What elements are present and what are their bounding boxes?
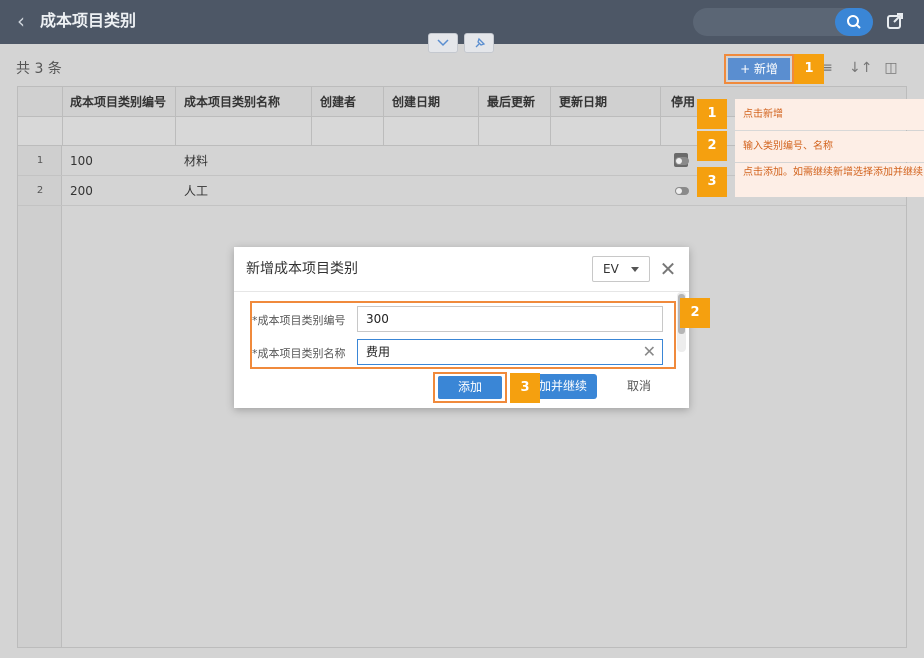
form-highlight bbox=[250, 301, 676, 369]
step-badge: 3 bbox=[697, 167, 727, 197]
search-button[interactable] bbox=[835, 8, 873, 36]
record-count: 共 3 条 bbox=[16, 61, 62, 77]
chevron-down-icon bbox=[437, 39, 449, 47]
step-badge: 2 bbox=[680, 298, 710, 328]
step-tip: 输入类别编号、名称 bbox=[735, 131, 924, 162]
divider bbox=[550, 87, 551, 146]
language-select[interactable]: EV bbox=[592, 256, 650, 282]
step-tip: 点击新增 bbox=[735, 99, 924, 130]
row-number: 2 bbox=[36, 185, 44, 196]
app-header: ‹ 成本项目类别 bbox=[0, 0, 924, 44]
column-header[interactable]: 成本项目类别名称 bbox=[176, 87, 312, 116]
step-badge: 3 bbox=[510, 373, 540, 403]
column-header[interactable]: 最后更新 bbox=[479, 87, 551, 116]
add-dialog: 新增成本项目类别 EV ✕ *成本项目类别编号 300 *成本项目类别名称 费用… bbox=[234, 247, 689, 408]
cell-name: 材料 bbox=[184, 154, 209, 168]
add-button-highlight: 添加 bbox=[433, 372, 507, 403]
divider bbox=[383, 87, 384, 146]
cell-code: 200 bbox=[70, 184, 93, 198]
add-button-highlight: + 新增 bbox=[724, 54, 794, 84]
confirm-add-button[interactable]: 添加 bbox=[438, 376, 502, 399]
close-icon[interactable]: ✕ bbox=[658, 257, 678, 281]
divider bbox=[175, 87, 176, 146]
cell-code: 100 bbox=[70, 154, 93, 168]
dialog-body: *成本项目类别编号 300 *成本项目类别名称 费用 ✕ bbox=[234, 291, 689, 369]
row-number: 1 bbox=[36, 155, 44, 166]
search-icon bbox=[847, 15, 861, 29]
add-button[interactable]: + 新增 bbox=[728, 58, 790, 80]
pin-icon bbox=[475, 37, 486, 48]
language-value: EV bbox=[603, 262, 619, 276]
pin-toggle[interactable] bbox=[464, 33, 494, 53]
dialog-title: 新增成本项目类别 bbox=[246, 261, 358, 277]
export-icon[interactable] bbox=[885, 11, 905, 31]
step-badge: 1 bbox=[697, 99, 727, 129]
divider bbox=[311, 87, 312, 146]
caret-down-icon bbox=[631, 267, 639, 272]
columns-icon[interactable]: ◫ bbox=[882, 59, 900, 77]
column-header[interactable]: 创建日期 bbox=[384, 87, 479, 116]
disable-toggle[interactable] bbox=[675, 187, 689, 195]
cancel-button[interactable]: 取消 bbox=[619, 374, 659, 399]
page-title: 成本项目类别 bbox=[40, 11, 137, 30]
column-header[interactable]: 创建者 bbox=[312, 87, 384, 116]
step-badge: 1 bbox=[794, 54, 824, 84]
disable-toggle[interactable] bbox=[675, 157, 689, 165]
step-tip: 点击添加。如需继续新增选择添加并继续 bbox=[735, 163, 924, 197]
step-badge: 2 bbox=[697, 131, 727, 161]
divider bbox=[62, 87, 63, 146]
cell-name: 人工 bbox=[184, 184, 209, 198]
collapse-toggle[interactable] bbox=[428, 33, 458, 53]
back-icon[interactable]: ‹ bbox=[10, 8, 32, 34]
sort-icon[interactable]: ↓↑ bbox=[849, 59, 872, 77]
column-header[interactable]: 更新日期 bbox=[551, 87, 661, 116]
column-header[interactable]: 成本项目类别编号 bbox=[62, 87, 176, 116]
divider bbox=[478, 87, 479, 146]
divider bbox=[660, 87, 661, 146]
